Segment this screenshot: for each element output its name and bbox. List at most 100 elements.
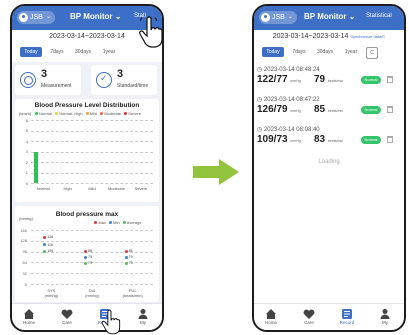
nav-label: Care [62, 320, 72, 325]
date-range-row: 2023-03-14~2023-03-14 Synchronize data/C [254, 33, 404, 40]
record-timestamp: 2023-03-14 08:47:22 [263, 97, 320, 103]
user-name: JSB [272, 14, 285, 21]
app-header: JSB ⌄ BP Monitor ⌄ Statistical [254, 6, 404, 30]
sync-data-link[interactable]: Synchronize data/C [350, 34, 385, 39]
nav-label: Record [339, 320, 355, 325]
y-tick-label: 4 [25, 138, 28, 144]
date-range[interactable]: 2023-03-14~2023-03-14 [273, 33, 349, 40]
y-tick-label: 2 [25, 159, 28, 165]
clock-icon: ◷ [257, 97, 263, 103]
y-tick-label: 96 [22, 249, 27, 255]
trash-icon[interactable] [387, 136, 393, 143]
app-title: BP Monitor [70, 12, 113, 21]
tab-1year[interactable]: 1year [340, 47, 362, 57]
avatar-icon [19, 13, 28, 22]
bp-value: 109/73 [257, 134, 288, 145]
nav-record[interactable]: Record [332, 307, 362, 325]
y-tick-label: 6 [25, 117, 28, 123]
tap-hand-icon [101, 309, 121, 335]
tab-30days[interactable]: 30days [72, 47, 94, 57]
user-switcher[interactable]: JSB ⌄ [259, 11, 297, 24]
record-time: ◷ 2023-03-14 08:47:22 [257, 96, 320, 103]
nav-my[interactable]: My [128, 307, 158, 325]
bp-unit: mmHg [290, 139, 301, 143]
chevron-down-icon: ⌄ [288, 14, 294, 20]
y-tick-label: 5 [25, 128, 28, 133]
y-tick-label: 160 [20, 227, 27, 233]
gridline [31, 262, 153, 264]
scatter-plot-area: 160 128 96 64 32 0 SYS (mmhg) 126 116 109 DIA (mmhg)… [15, 206, 159, 302]
record-row[interactable]: ◷ 2023-03-14 08:48:24 122/77 mmHg 79 bea… [254, 66, 404, 94]
person-icon [137, 307, 149, 319]
app-title-dropdown[interactable]: BP Monitor ⌄ [304, 12, 355, 21]
record-row[interactable]: ◷ 2023-03-14 08:47:22 126/79 mmHg 85 bea… [254, 96, 404, 124]
gridline [31, 172, 153, 174]
x-tick-label: Moderate [107, 186, 125, 191]
app-title: BP Monitor [304, 12, 347, 21]
transition-arrow-head [219, 159, 239, 185]
nav-care[interactable]: Care [52, 307, 82, 325]
tab-today[interactable]: Today [20, 47, 42, 57]
x-tick-label: (beats/min) [122, 293, 143, 298]
check-circle-icon: ✓ [96, 72, 112, 88]
data-point [43, 243, 47, 247]
y-tick-label: 0 [24, 281, 27, 287]
x-tick-label: Mild [88, 186, 96, 191]
tab-30days[interactable]: 30days [314, 47, 336, 57]
nav-home[interactable]: Home [256, 307, 286, 325]
standard-count: 3 [117, 68, 124, 80]
loading-text: Loading [318, 159, 340, 165]
pulse-value: 85 [314, 104, 326, 115]
clock-icon: ◷ [257, 127, 263, 133]
data-point [84, 261, 87, 265]
user-switcher[interactable]: JSB ⌄ [17, 11, 55, 24]
y-tick-label: 3 [25, 149, 28, 154]
data-point [124, 261, 128, 265]
gridline [31, 130, 153, 132]
gridline [31, 151, 153, 153]
record-timestamp: 2023-03-14 08:08:40 [263, 127, 320, 133]
data-point [124, 255, 128, 259]
status-badge: Normal [361, 76, 381, 84]
record-pulse: 83 beats/min [314, 134, 343, 145]
tab-custom[interactable]: C [366, 47, 378, 59]
data-point [124, 249, 128, 253]
nav-label: My [140, 320, 146, 325]
app-title-dropdown[interactable]: BP Monitor ⌄ [70, 12, 121, 21]
tab-today[interactable]: Today [262, 47, 284, 57]
y-tick-label: 0 [25, 180, 28, 186]
record-bp: 126/79 mmHg [257, 104, 301, 115]
nav-home[interactable]: Home [14, 307, 44, 325]
pulse-value: 79 [314, 74, 326, 85]
chevron-down-icon: ⌄ [348, 12, 356, 21]
pulse-value: 83 [314, 134, 326, 145]
tab-7days[interactable]: 7days [288, 47, 310, 57]
bottom-nav: Home Care Record My [254, 303, 404, 330]
bar [34, 151, 38, 183]
tab-1year[interactable]: 1year [98, 47, 120, 57]
trash-icon[interactable] [387, 76, 393, 83]
bp-max-chart: Blood pressure max Max Min Average (mmhg… [15, 206, 159, 302]
trash-icon[interactable] [387, 106, 393, 113]
record-time: ◷ 2023-03-14 08:48:24 [257, 66, 320, 73]
nav-care[interactable]: Care [294, 307, 324, 325]
gridline [31, 240, 153, 242]
measurement-count: 3 [41, 68, 48, 80]
data-label: 85 [128, 249, 133, 254]
statistical-tab[interactable]: Statistical [366, 13, 392, 19]
level-distribution-chart: Blood Pressure Level Distribution Normal… [15, 99, 159, 202]
nav-label: Home [264, 320, 277, 325]
bar-plot-area: 6 5 4 3 2 1 0 Normal High Mild Moderate Severe [15, 99, 159, 202]
record-list: ◷ 2023-03-14 08:48:24 122/77 mmHg 79 bea… [254, 62, 404, 308]
data-point [84, 255, 87, 259]
y-tick-label: 32 [22, 270, 27, 276]
clock-icon: ◷ [257, 67, 263, 73]
gridline [31, 162, 153, 163]
tap-hand-icon [139, 16, 163, 48]
record-row[interactable]: ◷ 2023-03-14 08:08:40 109/73 mmHg 83 bea… [254, 126, 404, 154]
right-phone-screen: JSB ⌄ BP Monitor ⌄ Statistical 2023-03-1… [252, 4, 406, 332]
home-icon [265, 307, 277, 319]
tab-7days[interactable]: 7days [46, 47, 68, 57]
status-badge: Normal [361, 136, 381, 144]
nav-my[interactable]: My [370, 307, 400, 325]
